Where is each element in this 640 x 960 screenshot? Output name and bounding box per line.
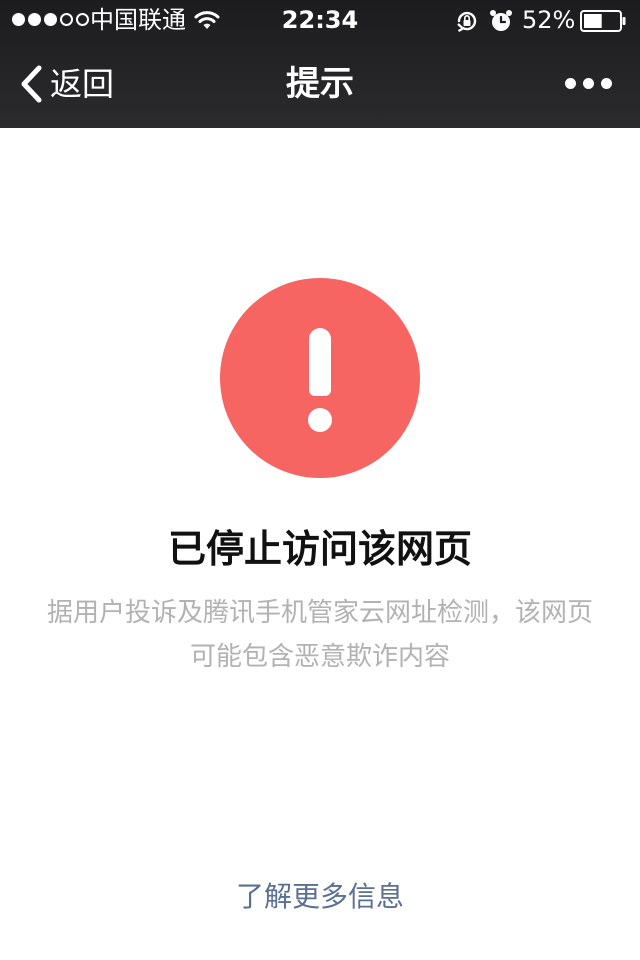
more-info-link[interactable]: 了解更多信息 xyxy=(236,880,404,913)
top-bar: 中国联通 22:34 52% 返回 提示 xyxy=(0,0,640,128)
ellipsis-dot xyxy=(601,78,612,89)
back-button[interactable]: 返回 xyxy=(18,62,114,106)
description-line: 可能包含恶意欺诈内容 xyxy=(189,642,450,672)
ellipsis-dot xyxy=(565,78,576,89)
more-info-container: 了解更多信息 xyxy=(0,877,640,917)
exclamation-dot xyxy=(308,408,332,432)
blocked-title: 已停止访问该网页 xyxy=(167,527,472,571)
status-bar: 中国联通 22:34 52% xyxy=(0,0,640,40)
chevron-left-icon xyxy=(21,65,42,103)
exclamation-bar xyxy=(309,328,331,396)
navigation-bar: 返回 提示 xyxy=(0,40,640,128)
ellipsis-dot xyxy=(583,78,594,89)
alarm-icon xyxy=(490,10,512,31)
back-label: 返回 xyxy=(50,65,115,103)
description-line: 据用户投诉及腾讯手机管家云网址检测，该网页 xyxy=(46,598,593,628)
battery-percent: 52% xyxy=(522,6,576,34)
battery-icon xyxy=(580,10,626,32)
orientation-lock-icon xyxy=(457,11,477,32)
blocked-description: 据用户投诉及腾讯手机管家云网址检测，该网页 可能包含恶意欺诈内容 xyxy=(20,591,620,679)
exclamation-icon xyxy=(220,278,420,478)
ellipsis-icon[interactable] xyxy=(565,76,612,91)
